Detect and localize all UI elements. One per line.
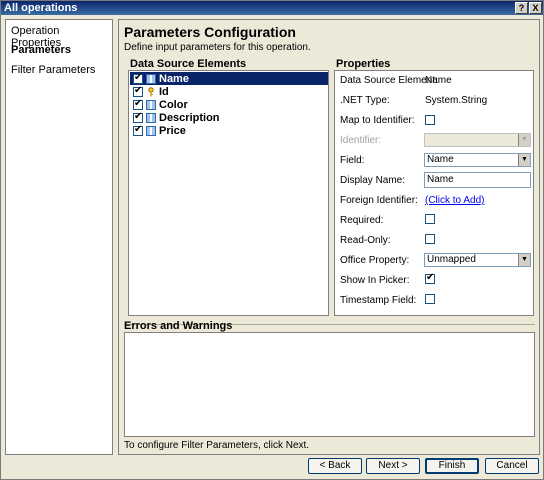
net-type-label: .NET Type:	[340, 95, 390, 106]
finish-button[interactable]: Finish	[425, 458, 479, 474]
office-property-dropdown-value: Unmapped	[427, 254, 476, 265]
data-source-tree[interactable]: Name Id Color Description	[128, 70, 329, 316]
display-name-input[interactable]: Name	[424, 172, 531, 188]
read-only-label: Read-Only:	[340, 235, 391, 246]
office-property-dropdown[interactable]: Unmapped ▼	[424, 253, 531, 267]
tree-item-checkbox[interactable]	[133, 72, 143, 84]
close-button[interactable]: X	[529, 2, 542, 14]
map-to-identifier-label: Map to Identifier:	[340, 115, 415, 126]
properties-panel: Data Source Element: Name .NET Type: Sys…	[334, 70, 534, 316]
foreign-identifier-add-link[interactable]: (Click to Add)	[425, 195, 484, 206]
field-dropdown[interactable]: Name ▼	[424, 153, 531, 167]
tree-item-label: Price	[159, 124, 186, 137]
required-label: Required:	[340, 215, 384, 226]
properties-header: Properties	[336, 58, 391, 70]
timestamp-field-label: Timestamp Field:	[340, 295, 417, 306]
back-button[interactable]: < Back	[308, 458, 362, 474]
tree-item-description[interactable]: Description	[130, 111, 220, 124]
tree-item-label: Id	[159, 85, 169, 98]
main-panel: Parameters Configuration Define input pa…	[118, 19, 540, 455]
identifier-dropdown[interactable]: ▼	[424, 133, 531, 147]
timestamp-field-checkbox[interactable]	[425, 294, 435, 304]
chevron-down-icon: ▼	[518, 154, 530, 166]
tree-item-color[interactable]: Color	[130, 98, 188, 111]
identifier-label: Identifier:	[340, 135, 382, 146]
title-bar: All operations	[1, 1, 543, 15]
tree-item-id[interactable]: Id	[130, 85, 169, 98]
chevron-down-icon: ▼	[518, 134, 530, 146]
tree-item-label: Description	[159, 111, 220, 124]
tree-item-checkbox[interactable]	[133, 111, 143, 123]
tree-item-checkbox[interactable]	[133, 98, 143, 110]
field-dropdown-value: Name	[427, 154, 454, 165]
chevron-down-icon: ▼	[518, 254, 530, 266]
tree-item-label: Name	[159, 72, 189, 85]
errors-header: Errors and Warnings	[124, 320, 233, 332]
tree-item-name[interactable]: Name	[130, 72, 328, 85]
office-property-label: Office Property:	[340, 255, 410, 266]
field-icon	[146, 99, 156, 110]
page-subtitle: Define input parameters for this operati…	[124, 42, 311, 53]
data-source-header: Data Source Elements	[130, 58, 247, 70]
read-only-checkbox[interactable]	[425, 234, 435, 244]
page-title: Parameters Configuration	[124, 24, 296, 40]
nav-item-parameters[interactable]: Parameters	[11, 44, 71, 56]
next-button[interactable]: Next >	[366, 458, 420, 474]
key-icon	[146, 86, 156, 97]
tree-item-checkbox[interactable]	[133, 124, 143, 136]
display-name-label: Display Name:	[340, 175, 406, 186]
net-type-value: System.String	[425, 95, 488, 106]
dialog-window: All operations ? X Operation Properties …	[0, 0, 544, 480]
field-icon	[146, 125, 156, 136]
window-title: All operations	[4, 2, 78, 14]
foreign-identifier-label: Foreign Identifier:	[340, 195, 418, 206]
errors-list	[124, 332, 535, 437]
show-in-picker-checkbox[interactable]	[425, 272, 435, 284]
left-navigation: Operation Properties Parameters Filter P…	[5, 19, 113, 455]
map-to-identifier-checkbox[interactable]	[425, 115, 435, 125]
help-button[interactable]: ?	[515, 2, 528, 14]
field-icon	[146, 73, 156, 84]
tree-item-checkbox[interactable]	[133, 85, 143, 97]
show-in-picker-label: Show In Picker:	[340, 275, 410, 286]
field-label: Field:	[340, 155, 365, 166]
data-source-element-value: Name	[425, 75, 452, 86]
required-checkbox[interactable]	[425, 214, 435, 224]
data-source-element-label: Data Source Element:	[340, 75, 438, 86]
tree-item-label: Color	[159, 98, 188, 111]
footer-hint: To configure Filter Parameters, click Ne…	[124, 440, 310, 451]
tree-item-price[interactable]: Price	[130, 124, 186, 137]
field-icon	[146, 112, 156, 123]
cancel-button[interactable]: Cancel	[485, 458, 539, 474]
nav-item-filter-parameters[interactable]: Filter Parameters	[11, 64, 95, 76]
